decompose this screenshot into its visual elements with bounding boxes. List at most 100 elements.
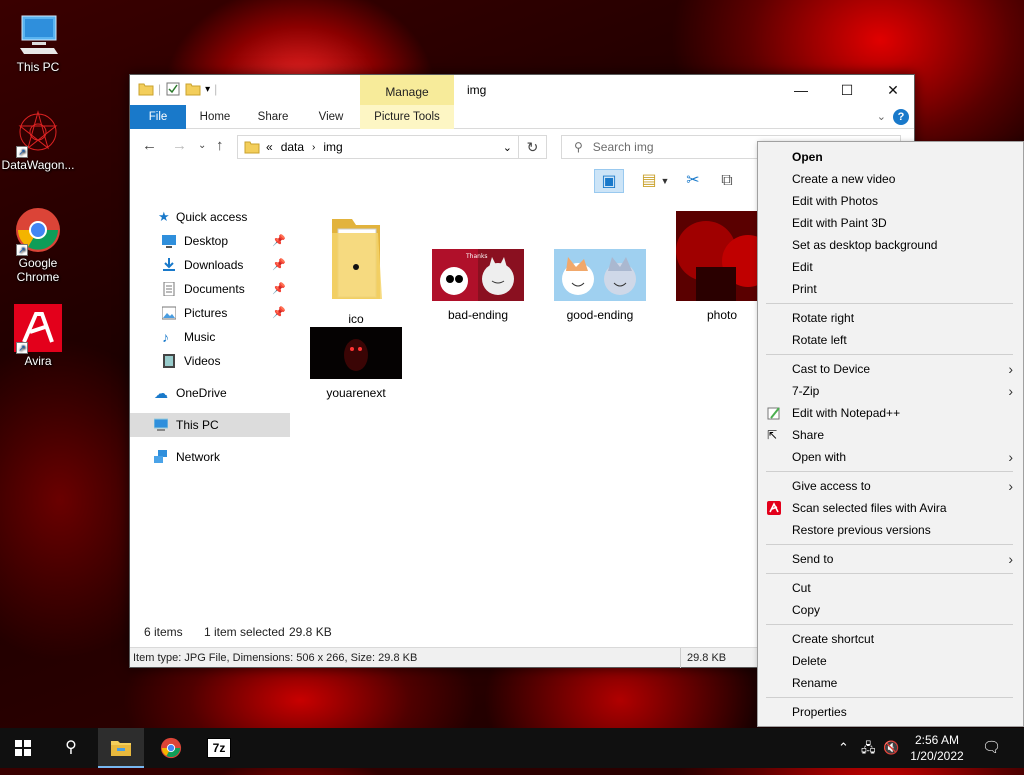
- nav-documents[interactable]: Documents 📌: [130, 277, 290, 301]
- nav-label: Music: [184, 330, 216, 344]
- volume-muted-icon[interactable]: 🔇: [883, 728, 899, 768]
- menu-open-with[interactable]: Open with ›: [758, 446, 1023, 468]
- taskbar-7zip[interactable]: 7z: [196, 728, 242, 768]
- back-button[interactable]: ←: [142, 137, 157, 154]
- nav-network[interactable]: Network: [130, 445, 290, 469]
- context-menu: Open Create a new video Edit with Photos…: [757, 141, 1024, 727]
- up-button[interactable]: ↑: [216, 137, 224, 154]
- menu-create-shortcut[interactable]: Create shortcut: [758, 628, 1023, 650]
- search-button[interactable]: ⚲: [48, 728, 94, 768]
- photo-thumbnail: [676, 211, 774, 301]
- menu-rotate-right[interactable]: Rotate right: [758, 307, 1023, 329]
- breadcrumb-data[interactable]: data: [281, 140, 304, 154]
- menu-rename[interactable]: Rename: [758, 672, 1023, 694]
- nav-downloads[interactable]: Downloads 📌: [130, 253, 290, 277]
- nav-pictures[interactable]: Pictures 📌: [130, 301, 290, 325]
- nav-videos[interactable]: Videos: [130, 349, 290, 373]
- tab-share[interactable]: Share: [250, 105, 296, 129]
- recent-locations-icon[interactable]: ⌄: [198, 140, 206, 151]
- title-bar: | ▾ | Manage img — ☐ ✕: [130, 75, 914, 105]
- desktop-icon-this-pc[interactable]: This PC: [0, 10, 76, 74]
- tab-manage[interactable]: Manage: [360, 75, 454, 105]
- properties-icon[interactable]: [165, 81, 181, 97]
- chrome-icon: [160, 737, 182, 759]
- breadcrumb-overflow[interactable]: «: [266, 140, 273, 154]
- menu-scan-avira[interactable]: Scan selected files with Avira: [758, 497, 1023, 519]
- bad-ending-thumbnail: Thanks: [432, 249, 524, 301]
- taskbar-file-explorer[interactable]: [98, 728, 144, 768]
- nav-quick-access[interactable]: ★ Quick access: [130, 205, 290, 229]
- close-button[interactable]: ✕: [870, 75, 916, 105]
- menu-separator: [766, 471, 1013, 472]
- menu-properties[interactable]: Properties: [758, 701, 1023, 723]
- maximize-button[interactable]: ☐: [824, 75, 870, 105]
- menu-edit-photos[interactable]: Edit with Photos: [758, 190, 1023, 212]
- menu-give-access[interactable]: Give access to ›: [758, 475, 1023, 497]
- copy-icon[interactable]: ⧉: [712, 169, 742, 193]
- file-item[interactable]: good-ending: [550, 249, 650, 322]
- address-dropdown-icon[interactable]: ⌄: [503, 141, 512, 154]
- menu-send-to[interactable]: Send to ›: [758, 548, 1023, 570]
- taskbar-chrome[interactable]: [148, 728, 194, 768]
- file-item[interactable]: ico: [306, 215, 406, 326]
- nav-desktop[interactable]: Desktop 📌: [130, 229, 290, 253]
- clock[interactable]: 2:56 AM 1/20/2022: [902, 732, 972, 764]
- action-center-icon[interactable]: 🗨: [982, 728, 1001, 768]
- desktop-icon-chrome[interactable]: ↗ Google Chrome: [0, 206, 76, 284]
- breadcrumb-img[interactable]: img: [323, 140, 342, 154]
- start-button[interactable]: [0, 728, 46, 768]
- tab-view[interactable]: View: [308, 105, 354, 129]
- tab-home[interactable]: Home: [192, 105, 238, 129]
- menu-rotate-left[interactable]: Rotate left: [758, 329, 1023, 351]
- desktop-icon-datawagon[interactable]: ↗ DataWagon...: [0, 108, 76, 172]
- tab-picture-tools[interactable]: Picture Tools: [360, 105, 454, 129]
- menu-cast-to-device[interactable]: Cast to Device ›: [758, 358, 1023, 380]
- menu-restore-versions[interactable]: Restore previous versions: [758, 519, 1023, 541]
- selection-count: 1 item selected: [204, 625, 285, 639]
- forward-button[interactable]: →: [172, 137, 187, 154]
- minimize-button[interactable]: —: [778, 75, 824, 105]
- menu-7zip[interactable]: 7-Zip ›: [758, 380, 1023, 402]
- pin-icon[interactable]: 📌: [272, 253, 286, 277]
- expand-ribbon-icon[interactable]: ⌄: [877, 110, 886, 123]
- new-folder-icon[interactable]: [185, 81, 201, 97]
- search-placeholder: Search img: [592, 140, 654, 154]
- clock-date: 1/20/2022: [910, 749, 964, 763]
- pin-icon[interactable]: 📌: [272, 277, 286, 301]
- tab-file[interactable]: File: [130, 105, 186, 129]
- menu-edit[interactable]: Edit: [758, 256, 1023, 278]
- desktop-icon-label: This PC: [16, 60, 60, 74]
- cut-icon[interactable]: ✂: [678, 169, 708, 193]
- document-icon: [163, 282, 175, 296]
- help-icon[interactable]: ?: [893, 109, 909, 125]
- show-hidden-icons[interactable]: ⌃: [838, 728, 849, 768]
- address-bar[interactable]: « data › img ⌄: [237, 135, 519, 159]
- menu-notepadpp[interactable]: Edit with Notepad++: [758, 402, 1023, 424]
- menu-copy[interactable]: Copy: [758, 599, 1023, 621]
- file-item[interactable]: youarenext: [306, 327, 406, 400]
- menu-label: Give access to: [792, 479, 871, 493]
- preview-pane-button[interactable]: ▣: [594, 169, 624, 193]
- nav-this-pc[interactable]: This PC: [130, 413, 290, 437]
- menu-set-background[interactable]: Set as desktop background: [758, 234, 1023, 256]
- menu-edit-paint3d[interactable]: Edit with Paint 3D: [758, 212, 1023, 234]
- menu-cut[interactable]: Cut: [758, 577, 1023, 599]
- dropdown-icon[interactable]: ▼: [658, 169, 672, 193]
- nav-music[interactable]: ♪ Music: [130, 325, 290, 349]
- pin-icon[interactable]: 📌: [272, 301, 286, 325]
- menu-share[interactable]: ⇱ Share: [758, 424, 1023, 446]
- file-item[interactable]: Thanks bad-ending: [428, 249, 528, 322]
- menu-open[interactable]: Open: [758, 146, 1023, 168]
- network-tray-icon[interactable]: 🖧: [861, 728, 876, 768]
- desktop-icon-avira[interactable]: ↗ Avira: [0, 304, 76, 368]
- selection-size: 29.8 KB: [289, 625, 332, 639]
- menu-print[interactable]: Print: [758, 278, 1023, 300]
- file-name: good-ending: [566, 308, 634, 322]
- menu-create-video[interactable]: Create a new video: [758, 168, 1023, 190]
- music-icon: ♪: [162, 329, 169, 345]
- nav-onedrive[interactable]: ☁ OneDrive: [130, 381, 290, 405]
- customize-qat-icon[interactable]: ▾: [205, 84, 210, 95]
- pin-icon[interactable]: 📌: [272, 229, 286, 253]
- menu-delete[interactable]: Delete: [758, 650, 1023, 672]
- refresh-button[interactable]: ↻: [519, 135, 547, 159]
